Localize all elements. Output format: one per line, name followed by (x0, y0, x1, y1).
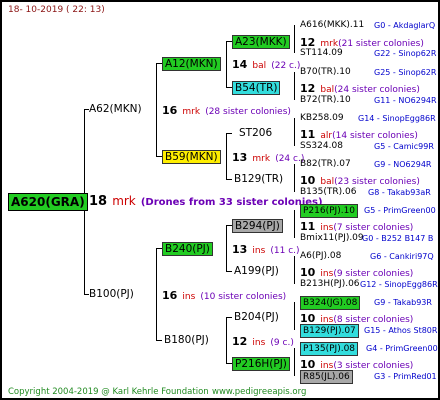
connector (156, 63, 157, 156)
breeder-abbr: ins (252, 338, 266, 348)
gen4-queen-id[interactable]: A6(PJ).08 (300, 250, 341, 262)
gen3-queen-id[interactable]: A23(MKK) (232, 35, 290, 49)
copyright-text: Copyright 2004-2019 @ Karl Kehrle Founda… (8, 387, 209, 397)
gen4-queen-id[interactable]: B70(TR).10 (300, 66, 351, 78)
sister-count: 14 (232, 58, 248, 71)
gen3-queen-id[interactable]: A199(PJ) (234, 265, 279, 277)
gen3-queen-id[interactable]: B204(PJ) (234, 311, 279, 323)
gen4-queen-id[interactable]: KB258.09 (300, 112, 344, 124)
gen2-info: 13 mrk (24 c.) (232, 150, 304, 165)
gen2-queen-id[interactable]: B240(PJ) (162, 242, 213, 256)
gen3-queen-id[interactable]: B54(TR) (232, 81, 281, 95)
gen2-queen-id[interactable]: B180(PJ) (164, 334, 209, 346)
connector (294, 302, 295, 330)
connector (294, 348, 295, 376)
connector (226, 225, 227, 271)
connector (294, 210, 295, 238)
gen1-info: 16 ins (10 sister colonies) (162, 288, 286, 303)
gen4-queen-id[interactable]: B324(JG).08 (300, 296, 361, 310)
gen4-reference: G9 - Takab93R (374, 298, 432, 307)
gen4-reference: G4 - PrimGreen00 (366, 344, 438, 353)
gen3-queen-id[interactable]: B129(TR) (234, 173, 283, 185)
root-drones-note: (Drones from 33 sister colonies) (140, 197, 323, 208)
gen1-queen-id[interactable]: A62(MKN) (89, 103, 142, 115)
gen4-queen-id[interactable]: R85(JL).06 (300, 370, 353, 384)
sister-note: (10 sister colonies) (200, 292, 287, 302)
gen4-reference: G11 - NO6294R (374, 96, 437, 105)
breeder-abbr: ins (252, 246, 266, 256)
gen1-info: 16 mrk (28 sister colonies) (162, 103, 291, 118)
connector (226, 271, 232, 272)
gen4-reference: G5 - Camic99R (374, 142, 434, 151)
gen4-queen-id[interactable]: B72(TR).10 (300, 94, 351, 106)
gen4-reference: G0 - B252 B147 B (362, 234, 434, 243)
gen4-queen-id[interactable]: B213H(PJ).06 (300, 278, 360, 290)
gen4-reference: G14 - SinopEgg86R (358, 114, 436, 123)
gen4-queen-id[interactable]: ST114.09 (300, 47, 343, 59)
gen4-reference: G15 - Athos St80R (364, 326, 438, 335)
connector (226, 133, 232, 134)
connector (226, 317, 232, 318)
connector (156, 340, 162, 341)
gen3-queen-id[interactable]: ST206 (239, 127, 272, 139)
sister-count: 16 (162, 104, 178, 117)
gen4-queen-id[interactable]: Bmix11(PJ).09 (300, 232, 364, 244)
sister-note: (28 sister colonies) (205, 107, 291, 117)
root-breeder-abbr: mrk (112, 194, 136, 208)
gen4-queen-id[interactable]: B129(PJ).07 (300, 324, 359, 338)
gen4-reference: G6 - Cankiri97Q (370, 252, 434, 261)
breeder-abbr: mrk (252, 154, 271, 164)
gen4-queen-id[interactable]: A616(MKK).11 (300, 19, 364, 31)
connector (294, 25, 295, 53)
breeder-abbr: mrk (182, 107, 201, 117)
gen4-reference: G12 - SinopEgg86R (360, 280, 438, 289)
connector (226, 179, 232, 180)
website-link[interactable]: www.pedigreeapis.org (212, 386, 306, 398)
pedigree-chart: 18- 10-2019 ( 22: 13) A620(GRA) 18 mrk (… (0, 0, 440, 400)
gen2-info: 12 ins (9 c.) (232, 334, 294, 349)
sister-note: (22 c.) (271, 61, 301, 71)
sister-count: 13 (232, 151, 248, 164)
gen2-queen-id[interactable]: B59(MKN) (162, 150, 221, 164)
connector (156, 248, 157, 340)
date-stamp: 18- 10-2019 ( 22: 13) (8, 5, 105, 15)
gen4-reference: G0 - AkdaglarQ (374, 21, 436, 30)
connector (294, 164, 295, 192)
gen2-queen-id[interactable]: A12(MKN) (162, 57, 221, 71)
sister-count: 12 (232, 335, 248, 348)
gen4-reference: G25 - Sinop62R (374, 68, 437, 77)
connector (226, 41, 227, 87)
gen4-queen-id[interactable]: B82(TR).07 (300, 158, 351, 170)
sister-count: 16 (162, 289, 178, 302)
sister-note: (11 c.) (270, 246, 300, 256)
gen3-queen-id[interactable]: B294(PJ) (232, 219, 283, 233)
gen2-info: 14 bal (22 c.) (232, 57, 300, 72)
gen4-reference: G22 - Sinop62R (374, 49, 437, 58)
breeder-abbr: ins (182, 292, 196, 302)
connector (226, 317, 227, 363)
gen4-reference: G3 - PrimRed01 (374, 372, 437, 381)
gen4-reference: G5 - PrimGreen00 (364, 206, 436, 215)
root-queen-id[interactable]: A620(GRA) (8, 193, 88, 211)
sister-count: 13 (232, 243, 248, 256)
gen4-queen-id[interactable]: P135(PJ).08 (300, 342, 359, 356)
sister-note: (9 c.) (270, 338, 294, 348)
root-sister-count: 18 (89, 194, 108, 209)
gen4-queen-id[interactable]: SS324.08 (300, 140, 343, 152)
gen4-reference: G8 - Takab93aR (368, 188, 431, 197)
connector (226, 133, 227, 179)
gen1-queen-id[interactable]: B100(PJ) (89, 288, 134, 300)
breeder-abbr: bal (252, 61, 267, 71)
gen4-queen-id[interactable]: B135(TR).06 (300, 186, 356, 198)
root-info: 18 mrk (Drones from 33 sister colonies) (89, 194, 323, 209)
gen2-info: 13 ins (11 c.) (232, 242, 300, 257)
gen3-queen-id[interactable]: P216H(PJ) (232, 357, 290, 371)
connector (294, 256, 295, 284)
sister-note: (14 sister colonies) (332, 131, 418, 141)
connector (294, 72, 295, 100)
gen4-queen-id[interactable]: P216(PJ).10 (300, 204, 359, 218)
gen4-reference: G9 - NO6294R (374, 160, 432, 169)
connector (294, 118, 295, 146)
